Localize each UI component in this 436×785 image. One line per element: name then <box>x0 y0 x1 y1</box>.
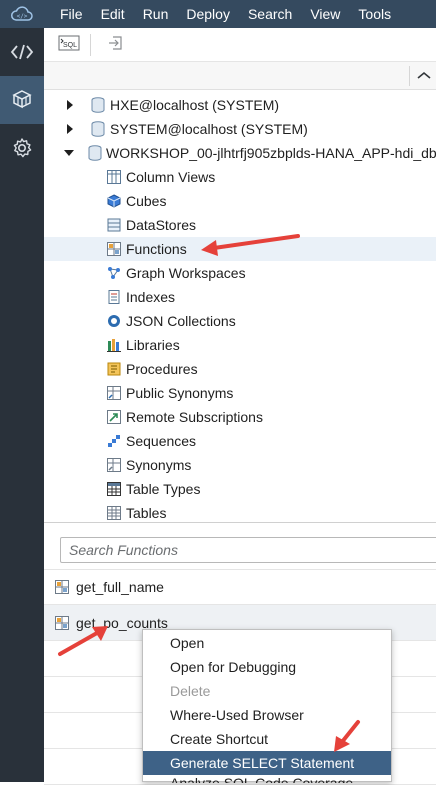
tree-node-datastores[interactable]: DataStores <box>44 213 436 237</box>
tree-label: Functions <box>126 241 187 257</box>
menu-item-delete: Delete <box>170 683 211 699</box>
datastores-icon <box>106 217 122 233</box>
menu-run[interactable]: Run <box>134 0 178 28</box>
tree-label: DataStores <box>126 217 197 233</box>
database-icon <box>90 120 106 138</box>
tree-label: Cubes <box>126 193 167 209</box>
tree-label: Graph Workspaces <box>126 265 246 281</box>
remote-subscriptions-icon <box>106 409 122 425</box>
activity-bar <box>0 28 44 782</box>
database-explorer-icon <box>10 88 34 112</box>
menu-deploy[interactable]: Deploy <box>177 0 239 28</box>
tree-label: WORKSHOP_00-jlhtrfj905zbplds-HANA_APP-hd… <box>106 145 436 161</box>
tree-label: Procedures <box>126 361 198 377</box>
import-icon <box>108 35 124 54</box>
caret-right-icon[interactable] <box>64 93 76 117</box>
svg-text:</>: </> <box>17 13 28 20</box>
synonyms-icon <box>106 457 122 473</box>
code-icon <box>10 42 34 62</box>
tree-node-tables[interactable]: Tables <box>44 501 436 520</box>
tables-icon <box>106 505 122 520</box>
database-icon <box>90 96 106 114</box>
tree-label: Remote Subscriptions <box>126 409 263 425</box>
context-menu: Open Open for Debugging Delete Where-Use… <box>142 629 392 783</box>
tree-node-indexes[interactable]: Indexes <box>44 285 436 309</box>
menu-search[interactable]: Search <box>239 0 301 28</box>
tree-label: Column Views <box>126 169 216 185</box>
column-views-icon <box>106 169 122 185</box>
function-icon <box>54 615 70 631</box>
subbar-divider <box>409 66 410 86</box>
tree-node-functions[interactable]: Functions <box>44 237 436 261</box>
menu-bar: </> File Edit Run Deploy Search View Too… <box>0 0 436 28</box>
activity-preferences[interactable] <box>0 124 44 172</box>
chevron-up-icon[interactable] <box>416 68 432 84</box>
function-icon <box>54 579 70 595</box>
import-button[interactable] <box>101 32 131 58</box>
svg-text:SQL: SQL <box>63 42 77 49</box>
menu-item-generate-select-statement[interactable]: Generate SELECT Statement <box>143 751 391 775</box>
function-name: get_full_name <box>76 579 164 595</box>
menu-view[interactable]: View <box>301 0 349 28</box>
menu-item-create-shortcut[interactable]: Create Shortcut <box>143 727 391 751</box>
menu-tools[interactable]: Tools <box>349 0 400 28</box>
tree-label: Indexes <box>126 289 176 305</box>
tree-label: HXE@localhost (SYSTEM) <box>110 97 280 113</box>
sql-console-icon: SQL <box>58 35 80 54</box>
database-icon <box>88 144 102 162</box>
menu-edit[interactable]: Edit <box>92 0 134 28</box>
open-sql-console-button[interactable]: SQL <box>54 32 84 58</box>
explorer-subbar <box>44 62 436 90</box>
tree-label: Public Synonyms <box>126 385 234 401</box>
tree-connection-hxe[interactable]: HXE@localhost (SYSTEM) <box>44 93 436 117</box>
tree-node-synonyms[interactable]: Synonyms <box>44 453 436 477</box>
database-explorer-tree: HXE@localhost (SYSTEM) SYSTEM@localhost … <box>44 92 436 520</box>
cloud-code-logo-icon[interactable]: </> <box>0 0 44 28</box>
toolbar-separator <box>90 33 91 56</box>
indexes-icon <box>106 289 122 305</box>
tree-node-cubes[interactable]: Cubes <box>44 189 436 213</box>
tree-node-public-synonyms[interactable]: Public Synonyms <box>44 381 436 405</box>
tree-node-sequences[interactable]: Sequences <box>44 429 436 453</box>
menu-item-open[interactable]: Open <box>143 631 391 655</box>
activity-database-explorer[interactable] <box>0 76 44 124</box>
caret-right-icon[interactable] <box>64 117 76 141</box>
sequences-icon <box>106 433 122 449</box>
function-list-item[interactable]: get_full_name <box>44 569 436 605</box>
tree-node-libraries[interactable]: Libraries <box>44 333 436 357</box>
tree-node-table-types[interactable]: Table Types <box>44 477 436 501</box>
tree-node-json-collections[interactable]: JSON Collections <box>44 309 436 333</box>
tree-connection-system[interactable]: SYSTEM@localhost (SYSTEM) <box>44 117 436 141</box>
explorer-toolbar: SQL <box>44 28 436 62</box>
tree-label: Tables <box>126 505 167 520</box>
menu-item-open-for-debugging[interactable]: Open for Debugging <box>143 655 391 679</box>
table-types-icon <box>106 481 122 497</box>
libraries-icon <box>106 337 122 353</box>
activity-code-editor[interactable] <box>0 28 44 76</box>
tree-node-column-views[interactable]: Column Views <box>44 165 436 189</box>
tree-label: Synonyms <box>126 457 192 473</box>
menu-item-where-used-browser[interactable]: Where-Used Browser <box>143 703 391 727</box>
tree-label: Sequences <box>126 433 197 449</box>
gear-icon <box>11 137 33 159</box>
tree-label: JSON Collections <box>126 313 236 329</box>
graph-workspaces-icon <box>106 265 122 281</box>
search-functions-input[interactable] <box>60 537 436 563</box>
procedures-icon <box>106 361 122 377</box>
tree-connection-workshop[interactable]: WORKSHOP_00-jlhtrfj905zbplds-HANA_APP-hd… <box>44 141 436 165</box>
tree-label: Table Types <box>126 481 201 497</box>
tree-node-remote-subscriptions[interactable]: Remote Subscriptions <box>44 405 436 429</box>
caret-down-icon[interactable] <box>64 141 74 165</box>
tree-label: SYSTEM@localhost (SYSTEM) <box>110 121 308 137</box>
functions-icon <box>106 241 122 257</box>
tree-node-procedures[interactable]: Procedures <box>44 357 436 381</box>
cubes-icon <box>106 193 122 209</box>
menu-file[interactable]: File <box>44 0 92 28</box>
public-synonyms-icon <box>106 385 122 401</box>
json-collections-icon <box>106 313 122 329</box>
tree-label: Libraries <box>126 337 180 353</box>
tree-node-graph-workspaces[interactable]: Graph Workspaces <box>44 261 436 285</box>
